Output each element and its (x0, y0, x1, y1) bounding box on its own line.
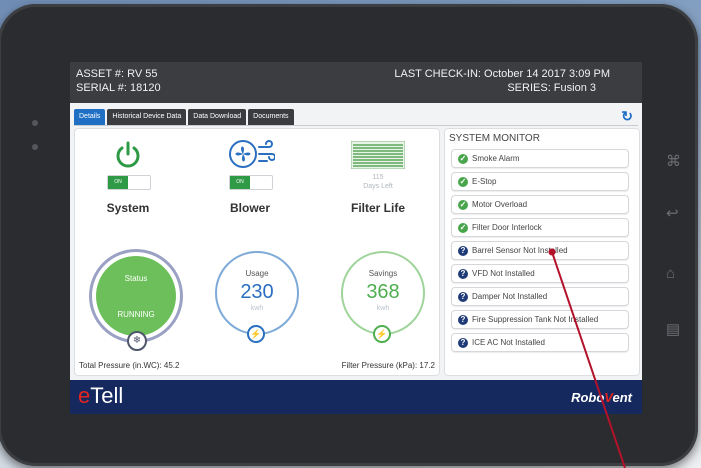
annotation-pointer (548, 248, 626, 468)
